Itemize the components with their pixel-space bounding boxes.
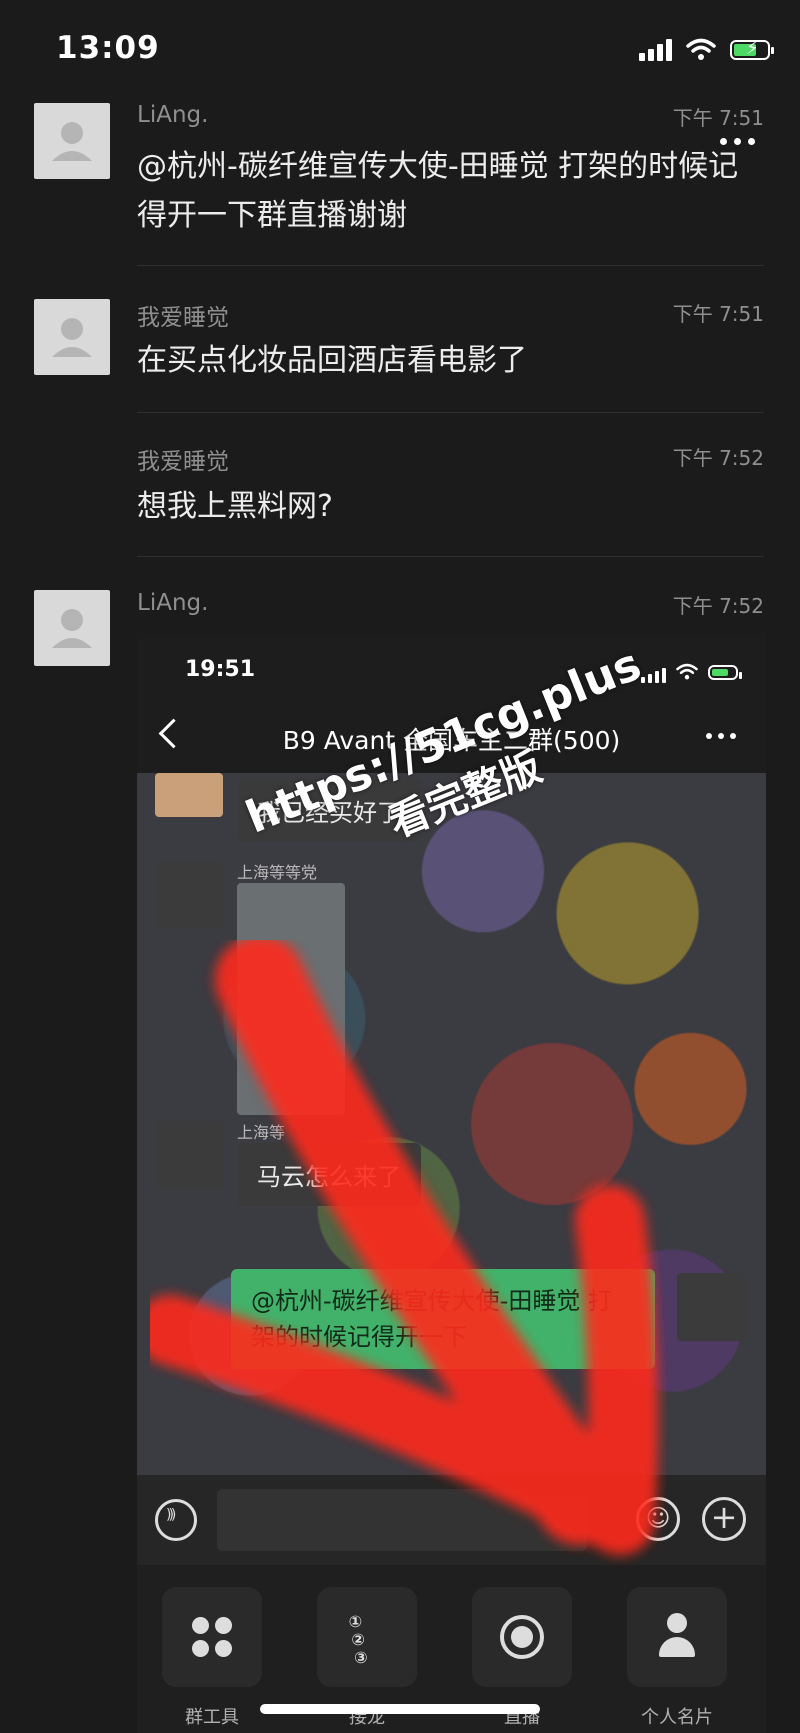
message-text: 在买点化妆品回酒店看电影了	[137, 343, 527, 378]
emoji-icon: ☺	[636, 1497, 680, 1541]
message-sender: 我爱睡觉	[137, 305, 229, 331]
message-text: @杭州-碳纤维宣传大使-田睡觉 打架的时候记得开一下群直播谢谢	[137, 149, 739, 233]
avatar	[155, 861, 223, 929]
embedded-chat-area: 我已经买好了 上海等等党 上海等 马云怎么来了 @杭州-碳纤维宣传大使-田睡觉 …	[137, 773, 766, 1475]
tool-group-tools: 群工具	[157, 1587, 267, 1729]
battery-icon	[708, 664, 742, 680]
divider	[137, 412, 764, 413]
live-icon	[500, 1615, 544, 1659]
message-time: 下午 7:52	[672, 446, 764, 470]
more-icon	[706, 733, 736, 739]
wifi-icon	[686, 38, 716, 60]
avatar[interactable]	[34, 103, 110, 179]
divider	[137, 265, 764, 266]
group-tools-icon	[192, 1617, 232, 1657]
home-indicator	[260, 1704, 540, 1714]
plus-icon: +	[702, 1497, 746, 1541]
contact-card-icon	[659, 1613, 695, 1661]
solitaire-icon: ① ② ③	[343, 1612, 368, 1667]
message-time: 下午 7:51	[672, 302, 764, 326]
avatar[interactable]	[34, 590, 110, 666]
tool-label: 群工具	[185, 1707, 239, 1728]
avatar	[677, 1273, 745, 1341]
chat-bubble-self: @杭州-碳纤维宣传大使-田睡觉 打架的时候记得开一下	[231, 1269, 655, 1369]
message-time: 下午 7:51	[672, 106, 764, 130]
tool-contact-card: 个人名片	[622, 1587, 732, 1729]
embedded-status-bar: 19:51	[137, 633, 766, 703]
chat-image	[237, 883, 345, 1115]
message-sender: LiAng.	[137, 590, 209, 616]
status-icons: ⚡	[639, 36, 774, 64]
embedded-input-bar: ☺ +	[137, 1475, 766, 1565]
tool-label: 个人名片	[641, 1707, 713, 1728]
battery-icon: ⚡	[730, 38, 774, 60]
chat-bubble: 马云怎么来了	[237, 1143, 421, 1206]
message-sender: LiAng.	[137, 102, 209, 128]
wifi-icon	[676, 663, 698, 680]
chat-sender: 上海等	[237, 1123, 286, 1142]
avatar[interactable]	[34, 299, 110, 375]
message-text: 想我上黑料网?	[137, 489, 333, 524]
embedded-time: 19:51	[185, 657, 256, 682]
status-time: 13:09	[56, 30, 160, 66]
message-sender: 我爱睡觉	[137, 449, 229, 475]
message-time: 下午 7:52	[672, 594, 764, 618]
avatar	[155, 1121, 223, 1189]
avatar	[155, 773, 223, 817]
status-bar: 13:09 ⚡	[0, 0, 800, 90]
message-input	[217, 1489, 587, 1551]
divider	[137, 556, 764, 557]
voice-icon	[155, 1499, 197, 1541]
signal-icon	[639, 39, 672, 61]
